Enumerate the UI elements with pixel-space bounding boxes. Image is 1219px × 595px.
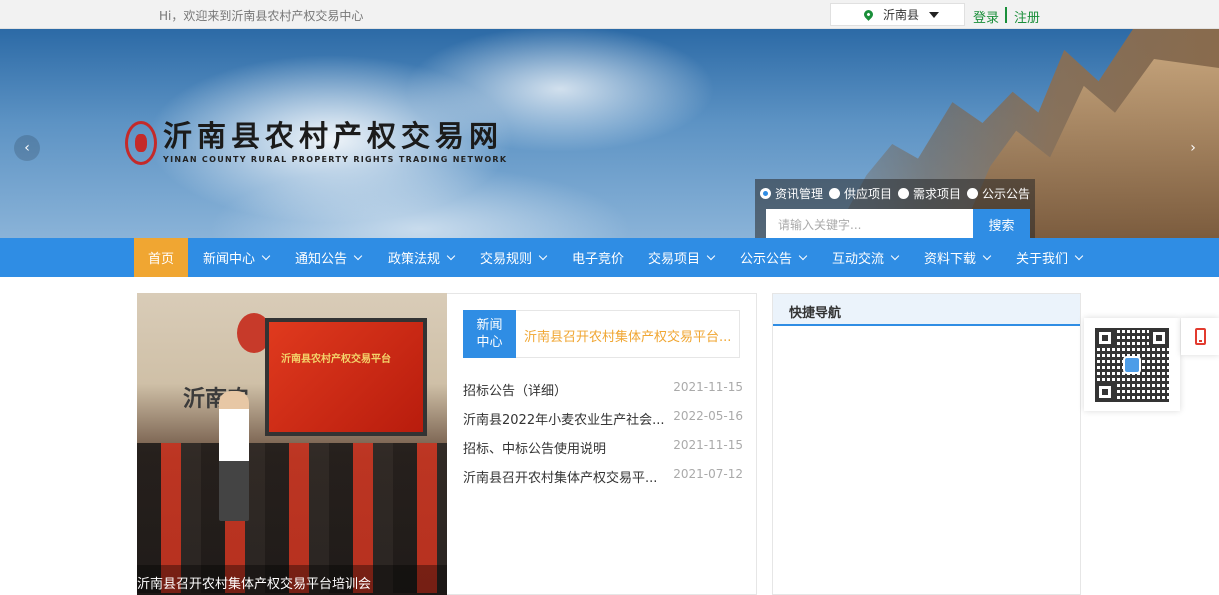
site-logo[interactable]: 沂南县农村产权交易网 YINAN COUNTY RURAL PROPERTY R… — [125, 119, 507, 165]
news-headline[interactable]: 沂南县召开农村集体产权交易平台... — [516, 310, 740, 358]
chevron-down-icon — [890, 251, 900, 260]
qr-finder — [1095, 328, 1115, 348]
site-title: 沂南县农村产权交易网 — [163, 119, 504, 153]
chevron-down-icon — [798, 251, 808, 260]
radio-demand[interactable]: 需求项目 — [898, 185, 961, 202]
site-subtitle: YINAN COUNTY RURAL PROPERTY RIGHTS TRADI… — [163, 155, 508, 164]
radio-dot-icon — [898, 188, 910, 199]
search-type-group: 资讯管理 供应项目 需求项目 公示公告 — [760, 185, 1030, 202]
news-title: 沂南县2022年小麦农业生产社会... — [463, 413, 665, 428]
search-button[interactable]: 搜索 — [973, 209, 1030, 238]
nav-label: 交易规则 — [480, 252, 533, 267]
chevron-down-icon — [261, 251, 271, 260]
chevron-down-icon — [353, 251, 363, 260]
news-tab-label: 新闻中心 — [476, 318, 503, 350]
nav-bidding[interactable]: 电子竞价 — [572, 238, 624, 277]
caret-down-icon — [929, 11, 940, 18]
news-date: 2021-07-12 — [673, 467, 743, 481]
mobile-button[interactable] — [1181, 318, 1219, 355]
nav-label: 交易项目 — [648, 252, 701, 267]
projector-screen: 沂南县农村产权交易平台 — [265, 318, 427, 436]
region-selector[interactable]: 沂南县 — [830, 3, 965, 26]
login-link[interactable]: 登录 — [973, 7, 999, 26]
nav-label: 政策法规 — [388, 252, 441, 267]
news-center-tab[interactable]: 新闻中心 — [463, 310, 516, 358]
nav-policies[interactable]: 政策法规 — [388, 238, 456, 277]
radio-info[interactable]: 资讯管理 — [760, 185, 823, 202]
quick-nav-panel: 快捷导航 — [772, 293, 1081, 595]
news-title: 沂南县召开农村集体产权交易平... — [463, 471, 658, 486]
nav-label: 新闻中心 — [203, 252, 256, 267]
slide-caption: 沂南县召开农村集体产权交易平台培训会 — [137, 565, 447, 595]
top-bar: Hi，欢迎来到沂南县农村产权交易中心 沂南县 登录 注册 — [0, 0, 1219, 29]
divider — [1005, 7, 1007, 23]
news-title: 招标公告（详细） — [463, 384, 568, 399]
nav-home[interactable]: 首页 — [134, 238, 188, 277]
radio-dot-icon — [760, 188, 771, 199]
nav-label: 电子竞价 — [572, 252, 625, 267]
list-item[interactable]: 沂南县召开农村集体产权交易平... 2021-07-12 — [463, 467, 743, 496]
chevron-down-icon — [446, 251, 456, 260]
chevron-down-icon — [1074, 251, 1084, 260]
qr-center-logo — [1123, 356, 1141, 374]
news-date: 2021-11-15 — [673, 438, 743, 452]
nav-announcements[interactable]: 公示公告 — [740, 238, 808, 277]
radio-dot-icon — [967, 188, 979, 199]
register-link[interactable]: 注册 — [1014, 7, 1040, 26]
radio-dot-icon — [829, 188, 841, 199]
banner: 沂南县农村产权交易网 YINAN COUNTY RURAL PROPERTY R… — [0, 29, 1219, 238]
radio-supply[interactable]: 供应项目 — [829, 185, 892, 202]
search-panel: 资讯管理 供应项目 需求项目 公示公告 搜索 — [755, 179, 1035, 238]
nav-label: 资料下载 — [924, 252, 977, 267]
prev-slide-button[interactable]: ‹ — [14, 135, 40, 161]
welcome-text: Hi，欢迎来到沂南县农村产权交易中心 — [159, 9, 364, 23]
radio-notice[interactable]: 公示公告 — [967, 185, 1030, 202]
list-item[interactable]: 沂南县2022年小麦农业生产社会... 2022-05-16 — [463, 409, 743, 438]
nav-interaction[interactable]: 互动交流 — [832, 238, 900, 277]
chevron-right-icon: › — [1190, 140, 1196, 156]
next-slide-button[interactable]: › — [1180, 135, 1206, 161]
quick-nav-title: 快捷导航 — [773, 294, 1080, 326]
phone-icon — [1194, 328, 1206, 345]
news-panel: 新闻中心 沂南县召开农村集体产权交易平台... 招标公告（详细） 2021-11-… — [447, 293, 757, 595]
region-label: 沂南县 — [883, 8, 920, 22]
radio-label: 公示公告 — [982, 187, 1031, 201]
nav-notices[interactable]: 通知公告 — [295, 238, 363, 277]
nav-rules[interactable]: 交易规则 — [480, 238, 548, 277]
chevron-left-icon: ‹ — [24, 140, 30, 156]
qr-finder — [1149, 328, 1169, 348]
screen-text: 沂南县农村产权交易平台 — [281, 354, 391, 365]
main-nav: 首页 新闻中心 通知公告 政策法规 交易规则 电子竞价 交易项目 公示公告 互动… — [0, 238, 1219, 277]
nav-label: 公示公告 — [740, 252, 793, 267]
nav-downloads[interactable]: 资料下载 — [924, 238, 992, 277]
qr-finder — [1095, 382, 1115, 402]
radio-label: 需求项目 — [913, 187, 962, 201]
nav-label: 通知公告 — [295, 252, 348, 267]
chevron-down-icon — [982, 251, 992, 260]
news-title: 招标、中标公告使用说明 — [463, 442, 607, 457]
chevron-down-icon — [538, 251, 548, 260]
nav-label: 首页 — [147, 252, 174, 267]
qr-code-card — [1084, 318, 1180, 411]
logo-emblem-icon — [125, 121, 157, 165]
news-date: 2022-05-16 — [673, 409, 743, 423]
nav-news[interactable]: 新闻中心 — [203, 238, 271, 277]
nav-about[interactable]: 关于我们 — [1016, 238, 1084, 277]
qr-code-icon — [1095, 328, 1169, 402]
list-item[interactable]: 招标、中标公告使用说明 2021-11-15 — [463, 438, 743, 467]
list-item[interactable]: 招标公告（详细） 2021-11-15 — [463, 380, 743, 409]
nav-label: 关于我们 — [1016, 252, 1069, 267]
search-input[interactable] — [766, 209, 973, 238]
news-photo-slide[interactable]: 沂南农 沂南县农村产权交易平台 沂南县召开农村集体产权交易平台培训会 — [137, 293, 447, 595]
nav-projects[interactable]: 交易项目 — [648, 238, 716, 277]
location-pin-icon — [862, 8, 875, 21]
radio-label: 资讯管理 — [775, 187, 824, 201]
nav-label: 互动交流 — [832, 252, 885, 267]
chevron-down-icon — [706, 251, 716, 260]
news-list: 招标公告（详细） 2021-11-15 沂南县2022年小麦农业生产社会... 20… — [463, 380, 743, 496]
news-date: 2021-11-15 — [673, 380, 743, 394]
radio-label: 供应项目 — [844, 187, 893, 201]
speaker-figure — [219, 391, 249, 521]
